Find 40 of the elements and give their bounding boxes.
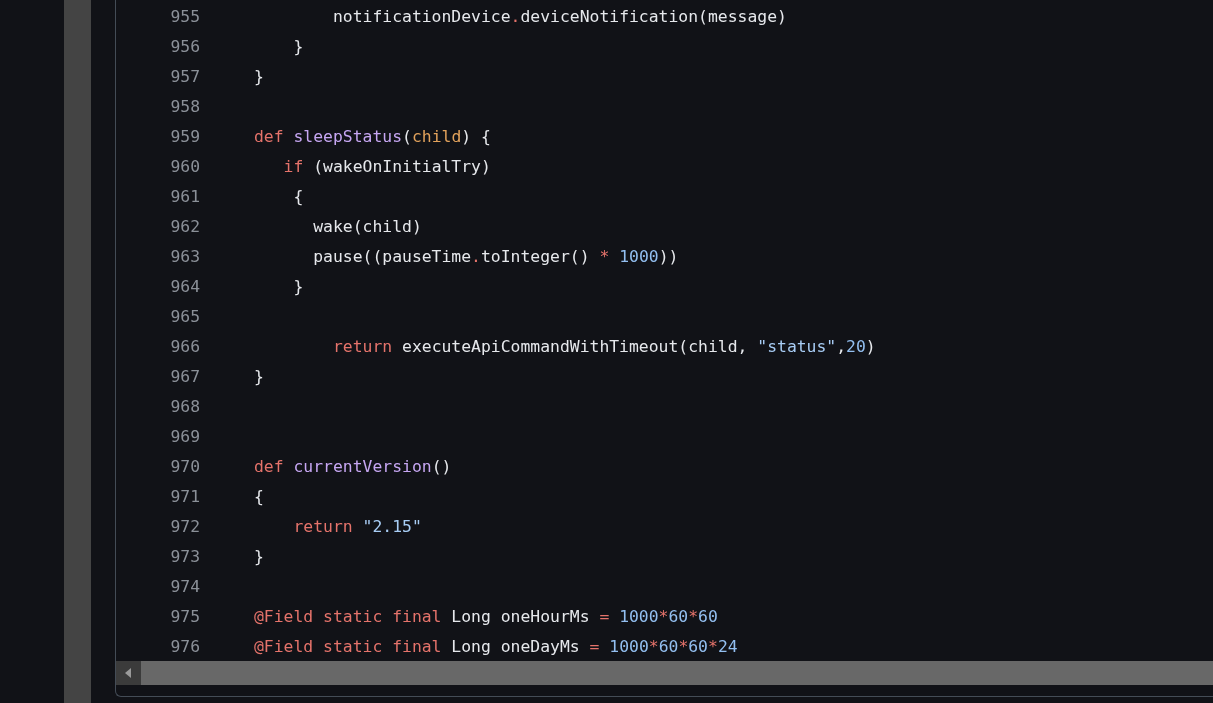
line-number: 964 (169, 276, 200, 296)
line-number: 962 (169, 216, 200, 236)
line-number: 955 (169, 6, 200, 26)
line-number: 972 (169, 516, 200, 536)
code-line: def currentVersion() (254, 456, 452, 476)
code-line: @Field static final Long oneHourMs = 1000*60*60 (254, 606, 718, 626)
line-number: 968 (169, 396, 200, 416)
code-line: wake(child) (312, 216, 422, 236)
line-number: 975 (169, 606, 200, 626)
code-line: } (292, 36, 304, 56)
line-number: 973 (169, 546, 200, 566)
code-line: } (292, 276, 304, 296)
line-number: 961 (169, 186, 200, 206)
line-number: 956 (169, 36, 200, 56)
line-number: 957 (169, 66, 200, 86)
code-line: @Field static final Long oneDayMs = 1000*60*60*24 (254, 636, 738, 656)
line-number: 970 (169, 456, 200, 476)
code-line: return "2.15" (292, 516, 422, 536)
scroll-left-icon[interactable] (124, 668, 132, 678)
line-number: 974 (169, 576, 200, 596)
code-line: pause((pauseTime.toInteger() * 1000)) (312, 246, 679, 266)
code-line: notificationDevice.deviceNotification(message) (331, 6, 787, 26)
line-number: 963 (169, 246, 200, 266)
code-line: } (254, 66, 264, 86)
line-number: 971 (169, 486, 200, 506)
line-number: 958 (169, 96, 200, 116)
line-number: 969 (169, 426, 200, 446)
code-line: } (254, 366, 264, 386)
line-number: 967 (169, 366, 200, 386)
line-number: 960 (169, 156, 200, 176)
code-line: { (292, 186, 304, 206)
code-line: def sleepStatus(child) { (254, 126, 491, 146)
code-line: { (254, 486, 264, 506)
line-number: 959 (169, 126, 200, 146)
code-line: return executeApiCommandWithTimeout(child, "status",20) (331, 336, 876, 356)
code-line: if (wakeOnInitialTry) (282, 156, 491, 176)
line-number: 965 (169, 306, 200, 326)
line-number: 976 (169, 636, 200, 656)
line-number: 966 (169, 336, 200, 356)
code-line: } (254, 546, 264, 566)
